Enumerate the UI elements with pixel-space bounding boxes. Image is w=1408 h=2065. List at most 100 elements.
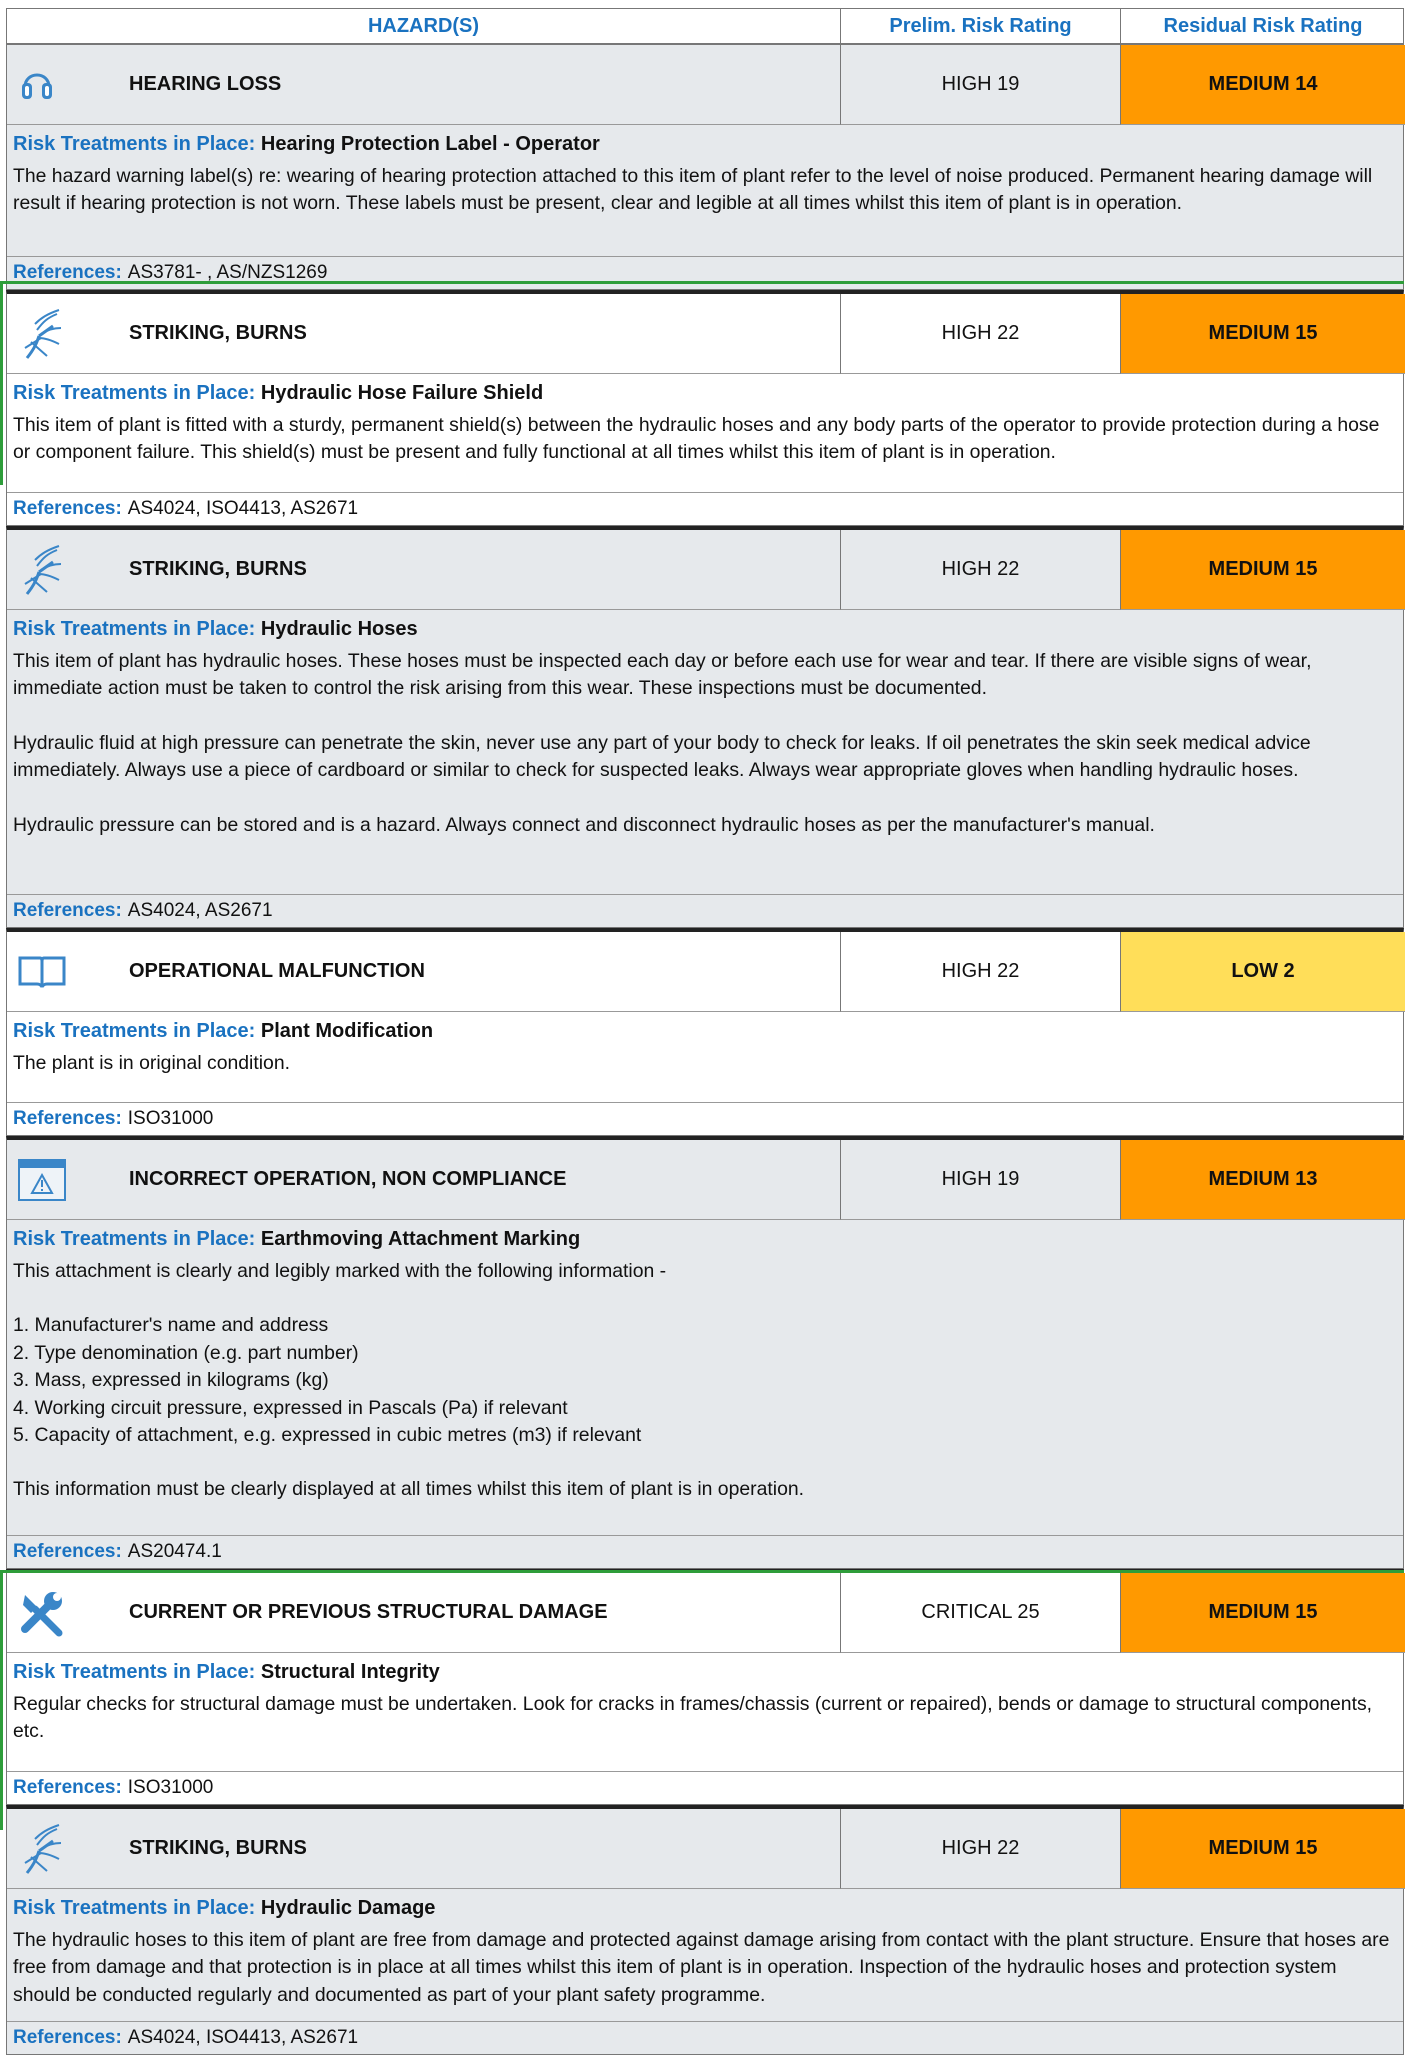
body-paragraph: The plant is in original condition. — [13, 1052, 291, 1074]
body-paragraph: Hydraulic pressure can be stored and is … — [13, 813, 1155, 836]
hazard-row: STRIKING, BURNS HIGH 22 MEDIUM 15 — [7, 530, 1405, 610]
treatment-description: Regular checks for structural damage mus… — [7, 1687, 1403, 1755]
residual-rating: MEDIUM 15 — [1121, 1809, 1405, 1889]
prelim-rating: CRITICAL 25 — [841, 1573, 1121, 1653]
section-marker-line — [0, 1572, 3, 1830]
risk-treatment-value: Hydraulic Damage — [260, 1897, 436, 1919]
hazard-name: INCORRECT OPERATION, NON COMPLIANCE — [129, 1168, 567, 1190]
hazard-entry: STRIKING, BURNS HIGH 22 MEDIUM 15 Risk Trea… — [6, 290, 1405, 526]
risk-treatment: Risk Treatments in Place: Plant Modifica… — [7, 1012, 1403, 1046]
risk-treatment: Risk Treatments in Place: Earthmoving At… — [7, 1220, 1403, 1254]
hazard-entries: HEARING LOSS HIGH 19 MEDIUM 14 Risk Treatme… — [6, 44, 1405, 2055]
body-paragraph: This item of plant has hydraulic hoses. … — [13, 650, 1312, 700]
hazard-entry: STRIKING, BURNS HIGH 22 MEDIUM 15 Risk Trea… — [6, 1805, 1405, 2055]
hazard-cell: OPERATIONAL MALFUNCTION — [7, 932, 841, 1012]
hazard-row: STRIKING, BURNS HIGH 22 MEDIUM 15 — [7, 1809, 1405, 1889]
body-paragraph: Hydraulic fluid at high pressure can pen… — [13, 731, 1311, 782]
manual-book-icon — [17, 944, 77, 1000]
body-paragraph: This item of plant is fitted with a stur… — [13, 414, 1380, 464]
references-value: AS4024, ISO4413, AS2671 — [127, 2027, 359, 2048]
hydraulic-spray-icon — [17, 1821, 77, 1877]
hazard-row: CURRENT OR PREVIOUS STRUCTURAL DAMAGE CRI… — [7, 1573, 1405, 1653]
hazard-entry: INCORRECT OPERATION, NON COMPLIANCE HIGH … — [6, 1136, 1405, 1569]
body-paragraph: This information must be clearly display… — [13, 1478, 805, 1501]
hazard-row: OPERATIONAL MALFUNCTION HIGH 22 LOW 2 — [7, 932, 1405, 1012]
hazard-name: CURRENT OR PREVIOUS STRUCTURAL DAMAGE — [129, 1601, 608, 1623]
risk-treatment: Risk Treatments in Place: Hydraulic Hose… — [7, 610, 1403, 644]
risk-treatment-label: Risk Treatments in Place: — [13, 1228, 256, 1250]
prelim-rating: HIGH 22 — [841, 1809, 1121, 1889]
residual-rating: MEDIUM 15 — [1121, 1573, 1405, 1653]
risk-treatment-value: Hydraulic Hoses — [260, 618, 418, 640]
risk-treatment: Risk Treatments in Place: Hearing Protec… — [7, 125, 1403, 159]
risk-treatment-label: Risk Treatments in Place: — [13, 1020, 256, 1042]
hydraulic-spray-icon — [17, 542, 77, 598]
section-marker-line — [0, 281, 1404, 284]
prelim-rating: HIGH 19 — [841, 1140, 1121, 1220]
risk-treatment: Risk Treatments in Place: Hydraulic Dama… — [7, 1889, 1403, 1923]
body-paragraph: 1. Manufacturer's name and address 2. Ty… — [13, 1314, 642, 1447]
references-value: AS20474.1 — [127, 1541, 222, 1562]
references-label: References: — [13, 1541, 122, 1562]
hazards-column-header: HAZARD(S) — [7, 9, 841, 43]
hazard-name: STRIKING, BURNS — [129, 322, 307, 344]
section-marker-line — [0, 1570, 1404, 1573]
table-header: HAZARD(S) Prelim. Risk Rating Residual R… — [6, 8, 1404, 44]
references-row: References: ISO31000 — [7, 1102, 1403, 1135]
treatment-description: This item of plant has hydraulic hoses. … — [7, 644, 1403, 864]
treatment-description: The plant is in original condition. — [7, 1046, 1403, 1075]
residual-rating: MEDIUM 13 — [1121, 1140, 1405, 1220]
risk-treatment-label: Risk Treatments in Place: — [13, 382, 256, 404]
references-value: AS4024, AS2671 — [127, 900, 273, 921]
references-value: AS4024, ISO4413, AS2671 — [127, 498, 359, 519]
section-marker-line — [0, 283, 3, 485]
references-row: References: AS4024, ISO4413, AS2671 — [7, 2021, 1403, 2054]
residual-rating: MEDIUM 14 — [1121, 45, 1405, 125]
risk-treatment-value: Hydraulic Hose Failure Shield — [260, 382, 544, 404]
references-value: ISO31000 — [127, 1108, 214, 1129]
risk-treatment: Risk Treatments in Place: Structural Int… — [7, 1653, 1403, 1687]
risk-treatment-label: Risk Treatments in Place: — [13, 1897, 256, 1919]
references-label: References: — [13, 1108, 122, 1129]
hazard-cell: STRIKING, BURNS — [7, 530, 841, 610]
hazard-cell: STRIKING, BURNS — [7, 294, 841, 374]
risk-treatment-value: Structural Integrity — [260, 1661, 440, 1683]
hazard-name: STRIKING, BURNS — [129, 1837, 307, 1859]
residual-rating: LOW 2 — [1121, 932, 1405, 1012]
risk-treatment-label: Risk Treatments in Place: — [13, 133, 256, 155]
risk-treatment-value: Earthmoving Attachment Marking — [260, 1228, 581, 1250]
hazard-row: STRIKING, BURNS HIGH 22 MEDIUM 15 — [7, 294, 1405, 374]
risk-treatment: Risk Treatments in Place: Hydraulic Hose… — [7, 374, 1403, 408]
references-row: References: AS4024, AS2671 — [7, 894, 1403, 927]
hazard-name: STRIKING, BURNS — [129, 558, 307, 580]
treatment-description: This item of plant is fitted with a stur… — [7, 408, 1403, 476]
hazard-cell: INCORRECT OPERATION, NON COMPLIANCE — [7, 1140, 841, 1220]
risk-treatment-label: Risk Treatments in Place: — [13, 1661, 256, 1683]
ear-protection-icon — [17, 57, 77, 113]
warning-window-icon — [17, 1152, 77, 1208]
hazard-row: HEARING LOSS HIGH 19 MEDIUM 14 — [7, 45, 1405, 125]
prelim-rating-column-header: Prelim. Risk Rating — [841, 9, 1121, 43]
references-label: References: — [13, 900, 122, 921]
risk-treatment-value: Hearing Protection Label - Operator — [260, 133, 600, 155]
body-paragraph: The hydraulic hoses to this item of plan… — [13, 1929, 1390, 2006]
references-label: References: — [13, 1777, 122, 1798]
treatment-description: The hazard warning label(s) re: wearing … — [7, 159, 1403, 227]
hazard-name: HEARING LOSS — [129, 73, 282, 95]
hydraulic-spray-icon — [17, 306, 77, 362]
hazard-entry: OPERATIONAL MALFUNCTION HIGH 22 LOW 2 Risk … — [6, 928, 1405, 1136]
references-label: References: — [13, 498, 122, 519]
hazard-entry: STRIKING, BURNS HIGH 22 MEDIUM 15 Risk Trea… — [6, 526, 1405, 928]
body-paragraph: Regular checks for structural damage mus… — [13, 1693, 1373, 1743]
prelim-rating: HIGH 19 — [841, 45, 1121, 125]
risk-assessment-table: HAZARD(S) Prelim. Risk Rating Residual R… — [6, 8, 1405, 2055]
hazard-cell: HEARING LOSS — [7, 45, 841, 125]
body-paragraph: This attachment is clearly and legibly m… — [13, 1260, 667, 1282]
residual-rating: MEDIUM 15 — [1121, 294, 1405, 374]
hazard-cell: STRIKING, BURNS — [7, 1809, 841, 1889]
body-paragraph: The hazard warning label(s) re: wearing … — [13, 165, 1373, 215]
risk-treatment-value: Plant Modification — [260, 1020, 434, 1042]
references-row: References: AS3781- , AS/NZS1269 — [7, 256, 1403, 289]
references-row: References: AS20474.1 — [7, 1535, 1403, 1568]
hazard-row: INCORRECT OPERATION, NON COMPLIANCE HIGH … — [7, 1140, 1405, 1220]
